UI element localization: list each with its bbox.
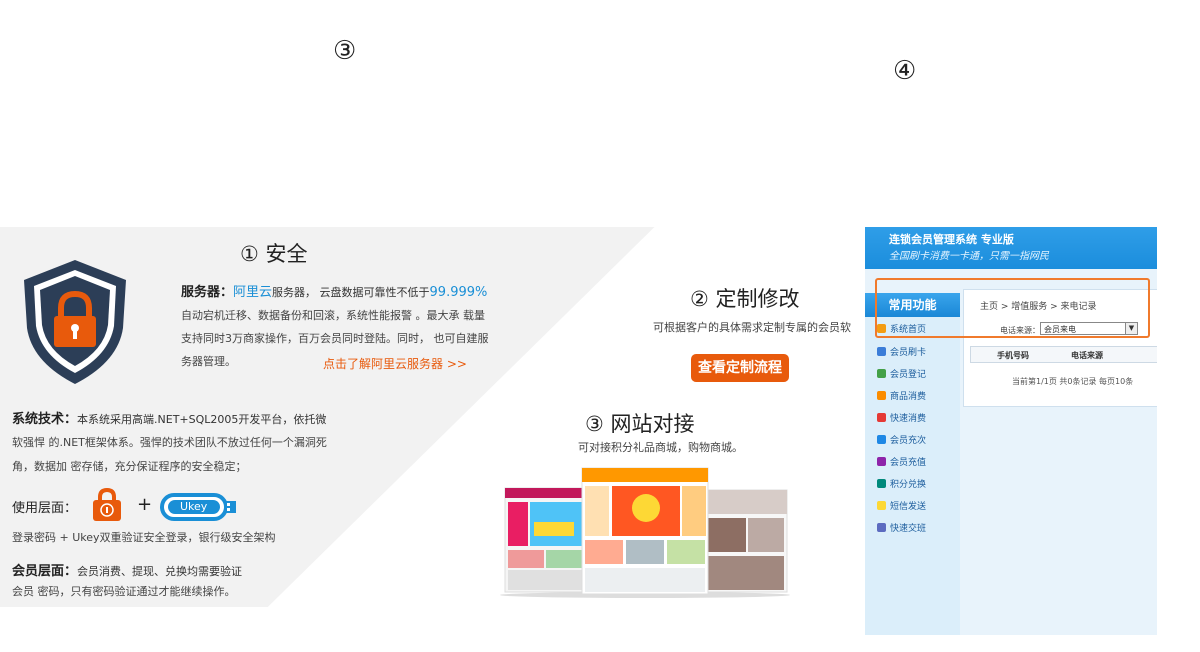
view-custom-process-button[interactable]: 查看定制流程: [691, 354, 789, 382]
server-line: 服务器：阿里云服务器， 云盘数据可靠性不低于99.999%: [181, 281, 487, 300]
app-header: 连锁会员管理系统 专业版 全国刷卡消费一卡通，只需一指网民: [865, 227, 1157, 269]
step-marker-3: ③: [333, 36, 357, 66]
member-line-1: 会员 密码，只有密码验证通过才能继续操作。: [12, 585, 236, 598]
aliyun-link[interactable]: 点击了解阿里云服务器 >>: [323, 355, 467, 372]
sidebar-item-quick-consume[interactable]: 快速消费: [877, 411, 926, 424]
tech-line: 系统技术：本系统采用高端.NET+SQL2005开发平台，依托微: [12, 408, 326, 427]
tech-line-1: 软强悍 的.NET框架体系。强悍的技术团队不放过任何一个漏洞死: [12, 436, 327, 449]
gift-icon: [877, 479, 886, 488]
custom-title: ② 定制修改: [690, 287, 800, 311]
tech-label: 系统技术：: [12, 412, 78, 427]
server-line-3: 务器管理。: [181, 355, 236, 368]
sidebar-item-goods[interactable]: 商品消费: [877, 389, 926, 402]
wallet-icon: [877, 457, 886, 466]
server-rate: 99.999%: [429, 285, 488, 300]
security-title: ① 安全: [240, 242, 308, 266]
message-icon: [877, 501, 886, 510]
member-line-0: 会员消费、提现、兑换均需要验证: [77, 565, 243, 578]
column-phone: 手机号码: [997, 351, 1029, 360]
sidebar-item-card-swipe[interactable]: 会员刷卡: [877, 345, 926, 358]
padlock-icon: [93, 488, 121, 521]
app-title: 连锁会员管理系统 专业版: [889, 233, 1014, 246]
sidebar-item-sms[interactable]: 短信发送: [877, 499, 926, 512]
sidebar-item-shift[interactable]: 快速交班: [877, 521, 926, 534]
table-header: 手机号码 电话来源: [970, 346, 1157, 363]
shift-icon: [877, 523, 886, 532]
sidebar-item-recharge[interactable]: 会员充值: [877, 455, 926, 468]
app-slogan: 全国刷卡消费一卡通，只需一指网民: [889, 251, 1049, 262]
tech-line-0: 本系统采用高端.NET+SQL2005开发平台，依托微: [77, 413, 327, 426]
server-line-2: 支持同时3万商家操作，百万会员同时登陆。同时， 也可自建服: [181, 332, 489, 345]
aliyun-text: 阿里云: [233, 285, 273, 300]
member-icon: [877, 435, 886, 444]
sidebar-item-recharge-times[interactable]: 会员充次: [877, 433, 926, 446]
sidebar-item-register[interactable]: 会员登记: [877, 367, 926, 380]
ukey-label: Ukey: [180, 500, 208, 513]
tech-line-2: 角，数据加 密存储，充分保证程序的安全稳定；: [12, 460, 247, 473]
website-screenshots-collage: [500, 462, 790, 598]
website-desc: 可对接积分礼品商城，购物商城。: [578, 441, 743, 454]
custom-desc: 可根据客户的具体需求定制专属的会员软: [653, 321, 851, 334]
shield-lock-icon: [24, 260, 126, 384]
shop-sites-image: [500, 467, 790, 598]
lightning-icon: [877, 413, 886, 422]
user-icon: [877, 347, 886, 356]
member-line: 会员层面：会员消费、提现、兑换均需要验证: [12, 560, 242, 579]
sidebar-item-points[interactable]: 积分兑换: [877, 477, 926, 490]
member-label: 会员层面：: [12, 564, 78, 579]
column-source: 电话来源: [1071, 351, 1103, 360]
use-text: 登录密码 + Ukey双重验证安全登录，银行级安全架构: [12, 531, 276, 544]
server-line-1: 自动宕机迁移、数据备份和回滚，系统性能报警 。最大承 载量: [181, 309, 485, 322]
register-icon: [877, 369, 886, 378]
server-label: 服务器：: [181, 285, 234, 300]
step-marker-4: ④: [893, 56, 917, 86]
use-label: 使用层面：: [12, 501, 78, 516]
pager-info: 当前第1/1页 共0条记录 每页10条: [1012, 377, 1134, 386]
cart-icon: [877, 391, 886, 400]
server-text: 服务器， 云盘数据可靠性不低于: [272, 286, 430, 299]
highlight-box: [875, 278, 1150, 338]
plus-sign: +: [137, 494, 153, 515]
website-title: ③ 网站对接: [585, 412, 695, 436]
